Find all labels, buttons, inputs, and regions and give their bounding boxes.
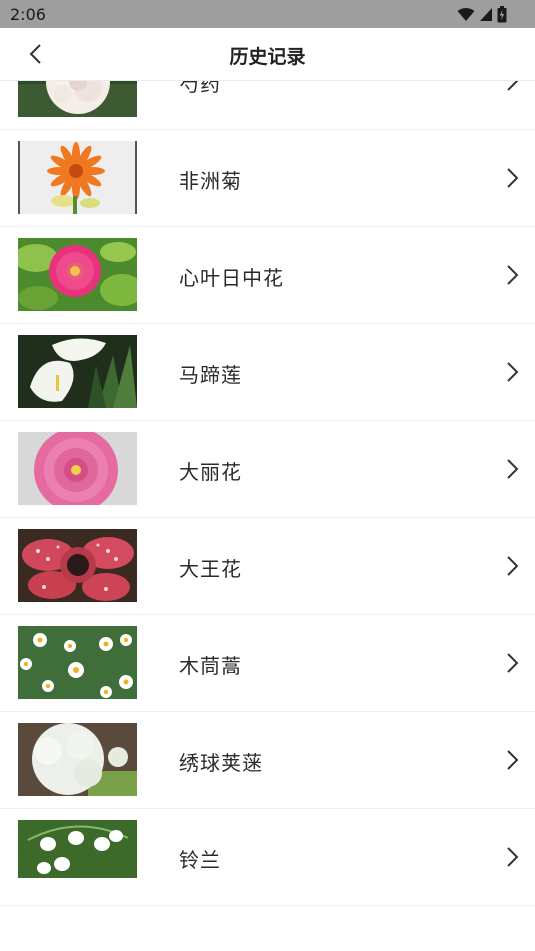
flower-thumbnail	[18, 81, 137, 117]
flower-thumbnail	[18, 238, 137, 311]
flower-thumbnail	[18, 141, 137, 214]
list-item[interactable]: 大王花	[0, 518, 535, 615]
flower-thumbnail	[18, 626, 137, 699]
flower-thumbnail	[18, 335, 137, 408]
wifi-icon	[457, 7, 475, 21]
item-label: 芍药	[179, 81, 221, 96]
chevron-right-icon	[507, 362, 519, 382]
list-item[interactable]: 大丽花	[0, 421, 535, 518]
item-label: 马蹄莲	[179, 363, 242, 387]
chevron-right-icon	[507, 653, 519, 673]
list-item[interactable]: 铃兰	[0, 809, 535, 906]
flower-thumbnail	[18, 723, 137, 796]
item-label: 非洲菊	[179, 169, 242, 193]
list-item[interactable]: 芍药	[0, 81, 535, 130]
battery-icon	[497, 5, 507, 22]
list-item[interactable]: 绣球荚蒾	[0, 712, 535, 809]
history-list[interactable]: 芍药 非洲菊 心叶日中花 马蹄莲 大丽花 大王花 木茼蒿 绣球荚蒾 铃兰	[0, 81, 535, 951]
item-label: 木茼蒿	[179, 654, 242, 678]
status-icons	[457, 5, 507, 23]
item-label: 铃兰	[179, 848, 221, 872]
chevron-right-icon	[507, 556, 519, 576]
flower-thumbnail	[18, 820, 137, 893]
item-label: 大王花	[179, 557, 242, 581]
app-bar: 历史记录	[0, 28, 535, 81]
list-item[interactable]: 木茼蒿	[0, 615, 535, 712]
chevron-right-icon	[507, 459, 519, 479]
list-item[interactable]: 非洲菊	[0, 130, 535, 227]
flower-thumbnail	[18, 529, 137, 602]
item-label: 心叶日中花	[179, 266, 284, 290]
chevron-right-icon	[507, 750, 519, 770]
status-bar: 2:06	[0, 0, 535, 28]
list-item[interactable]: 马蹄莲	[0, 324, 535, 421]
chevron-right-icon	[507, 81, 519, 91]
page-title: 历史记录	[229, 46, 306, 68]
chevron-right-icon	[507, 847, 519, 867]
chevron-right-icon	[507, 168, 519, 188]
chevron-right-icon	[507, 265, 519, 285]
status-time: 2:06	[10, 5, 46, 24]
flower-thumbnail	[18, 432, 137, 505]
list-item[interactable]: 心叶日中花	[0, 227, 535, 324]
signal-icon	[480, 7, 492, 21]
item-label: 绣球荚蒾	[179, 751, 263, 775]
item-label: 大丽花	[179, 460, 242, 484]
